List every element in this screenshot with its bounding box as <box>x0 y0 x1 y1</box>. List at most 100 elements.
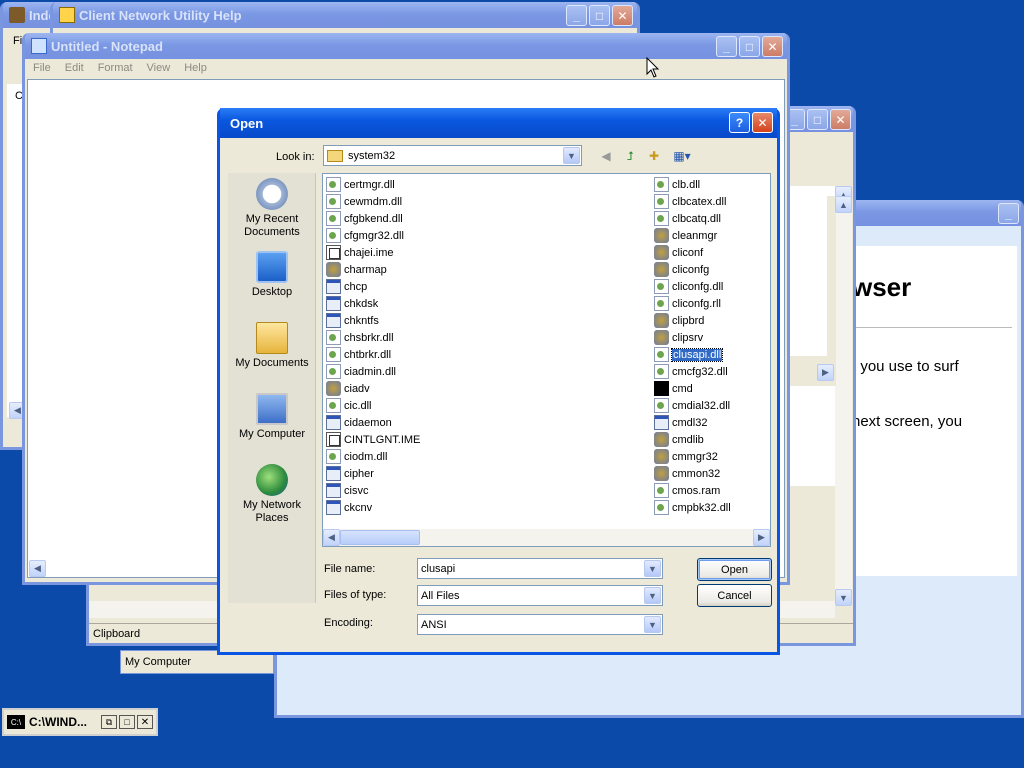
file-item[interactable]: ckcnv <box>326 499 420 516</box>
view-menu-icon[interactable]: ▦▾ <box>668 147 696 165</box>
file-item[interactable]: clbcatex.dll <box>654 193 731 210</box>
file-item[interactable]: cmpbk32.dll <box>654 499 731 516</box>
scroll-right-icon[interactable]: ▶ <box>817 364 834 381</box>
look-in-dropdown[interactable]: system32 ▼ <box>323 145 582 166</box>
file-item[interactable]: cliconfg <box>654 261 731 278</box>
file-item[interactable]: cliconfg.rll <box>654 295 731 312</box>
file-item[interactable]: cidaemon <box>326 414 420 431</box>
file-item[interactable]: clbcatq.dll <box>654 210 731 227</box>
file-item[interactable]: cfgbkend.dll <box>326 210 420 227</box>
files-of-type-dropdown[interactable]: All Files ▼ <box>417 585 663 606</box>
menu-format[interactable]: Format <box>98 62 133 74</box>
scroll-left-icon[interactable]: ◀ <box>323 529 340 546</box>
clipboard-vscroll[interactable]: ▲ ▼ <box>835 186 852 606</box>
place-my-documents[interactable]: My Documents <box>228 322 316 370</box>
close-icon[interactable]: ✕ <box>137 715 153 729</box>
file-item[interactable]: cmdlib <box>654 431 731 448</box>
close-icon[interactable]: ✕ <box>830 109 851 130</box>
place-desktop[interactable]: Desktop <box>228 251 316 299</box>
open-dialog-titlebar[interactable]: Open ? ✕ <box>220 108 777 138</box>
file-list-hscroll[interactable]: ◀ ▶ <box>323 529 770 546</box>
chevron-down-icon[interactable]: ▼ <box>644 560 661 577</box>
file-item[interactable]: cmdial32.dll <box>654 397 731 414</box>
file-item[interactable]: cmd <box>654 380 731 397</box>
file-item[interactable]: clb.dll <box>654 176 731 193</box>
file-item[interactable]: cmos.ram <box>654 482 731 499</box>
close-icon[interactable]: ✕ <box>762 36 783 57</box>
maximize-icon[interactable]: □ <box>739 36 760 57</box>
file-item[interactable]: cewmdm.dll <box>326 193 420 210</box>
open-button[interactable]: Open <box>697 558 772 581</box>
maximize-icon[interactable]: □ <box>119 715 135 729</box>
maximize-icon[interactable]: □ <box>807 109 828 130</box>
menu-file[interactable]: File <box>33 62 51 74</box>
file-name-input[interactable]: clusapi ▼ <box>417 558 663 579</box>
cancel-button[interactable]: Cancel <box>697 584 772 607</box>
file-item[interactable]: cmdl32 <box>654 414 731 431</box>
place-my-computer[interactable]: My Computer <box>228 393 316 441</box>
file-item[interactable]: cmmgr32 <box>654 448 731 465</box>
file-item[interactable]: cipher <box>326 465 420 482</box>
file-item[interactable]: clipbrd <box>654 312 731 329</box>
file-item[interactable]: chkntfs <box>326 312 420 329</box>
scroll-up-icon[interactable]: ▲ <box>835 196 852 213</box>
scroll-thumb[interactable] <box>340 530 420 545</box>
place-network-places[interactable]: My Network Places <box>228 464 316 525</box>
file-name: cliconf <box>672 246 704 259</box>
cmd-minimized-window[interactable]: C:\ C:\WIND... ⧉ □ ✕ <box>2 708 158 736</box>
scroll-down-icon[interactable]: ▼ <box>835 589 852 606</box>
file-item[interactable]: cliconfg.dll <box>654 278 731 295</box>
file-name: cliconfg.rll <box>672 297 721 310</box>
file-item[interactable]: chcp <box>326 278 420 295</box>
file-item[interactable]: chajei.ime <box>326 244 420 261</box>
client-help-titlebar[interactable]: Client Network Utility Help _ □ ✕ <box>53 2 637 28</box>
file-item[interactable]: cliconf <box>654 244 731 261</box>
chevron-down-icon[interactable]: ▼ <box>644 587 661 604</box>
place-recent-documents[interactable]: My Recent Documents <box>228 178 316 239</box>
menu-edit[interactable]: Edit <box>65 62 84 74</box>
file-item[interactable]: ciodm.dll <box>326 448 420 465</box>
file-item[interactable]: cleanmgr <box>654 227 731 244</box>
help-question-icon[interactable]: ? <box>729 112 750 133</box>
minimize-icon[interactable]: _ <box>716 36 737 57</box>
scroll-left-icon[interactable]: ◀ <box>29 560 46 577</box>
file-item[interactable]: clusapi.dll <box>654 346 731 363</box>
minimize-icon[interactable]: _ <box>566 5 587 26</box>
file-item[interactable]: cisvc <box>326 482 420 499</box>
file-item[interactable]: clipsrv <box>654 329 731 346</box>
new-folder-icon[interactable]: ✚ <box>644 147 664 165</box>
file-item[interactable]: chsbrkr.dll <box>326 329 420 346</box>
file-item[interactable]: ciadv <box>326 380 420 397</box>
file-name: clipbrd <box>672 314 705 327</box>
file-item[interactable]: ciadmin.dll <box>326 363 420 380</box>
file-item[interactable]: chkdsk <box>326 295 420 312</box>
maximize-icon[interactable]: □ <box>589 5 610 26</box>
menu-view[interactable]: View <box>147 62 171 74</box>
file-item[interactable]: cic.dll <box>326 397 420 414</box>
file-item[interactable]: cmcfg32.dll <box>654 363 731 380</box>
chevron-down-icon[interactable]: ▼ <box>563 147 580 164</box>
menu-help[interactable]: Help <box>184 62 207 74</box>
restore-icon[interactable]: ⧉ <box>101 715 117 729</box>
encoding-dropdown[interactable]: ANSI ▼ <box>417 614 663 635</box>
up-folder-icon[interactable]: ⮥ <box>620 147 640 165</box>
file-icon <box>326 483 341 498</box>
file-icon <box>654 483 669 498</box>
file-item[interactable]: chtbrkr.dll <box>326 346 420 363</box>
back-icon[interactable]: ◀ <box>596 147 616 165</box>
close-icon[interactable]: ✕ <box>752 112 773 133</box>
file-item[interactable]: charmap <box>326 261 420 278</box>
file-item[interactable]: cfgmgr32.dll <box>326 227 420 244</box>
scroll-right-icon[interactable]: ▶ <box>753 529 770 546</box>
close-icon[interactable]: ✕ <box>612 5 633 26</box>
file-list[interactable]: certmgr.dll cewmdm.dll cfgbkend.dll cfgmgr3… <box>322 173 771 547</box>
file-icon <box>654 211 669 226</box>
file-item[interactable]: certmgr.dll <box>326 176 420 193</box>
notepad-titlebar[interactable]: Untitled - Notepad _ □ ✕ <box>25 33 787 59</box>
file-icon <box>654 296 669 311</box>
chevron-down-icon[interactable]: ▼ <box>644 616 661 633</box>
file-item[interactable]: cmmon32 <box>654 465 731 482</box>
minimize-icon[interactable]: _ <box>998 203 1019 224</box>
file-item[interactable]: CINTLGNT.IME <box>326 431 420 448</box>
file-name: cic.dll <box>344 399 372 412</box>
